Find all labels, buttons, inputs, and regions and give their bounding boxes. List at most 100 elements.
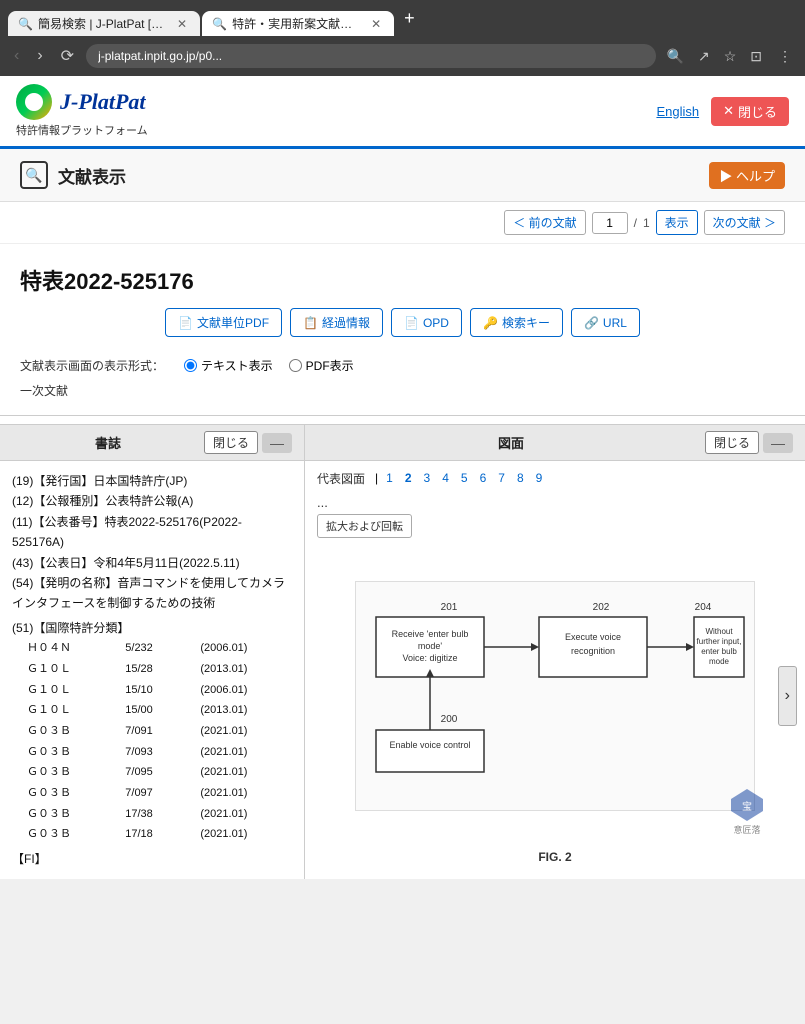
history-button[interactable]: 📋 経過情報 (290, 308, 383, 337)
bib-close-button[interactable]: 閉じる (204, 431, 258, 454)
page-input[interactable] (592, 212, 628, 234)
page-separator: / (634, 216, 637, 230)
search-key-button[interactable]: 🔑 検索キー (470, 308, 563, 337)
address-input[interactable] (86, 44, 655, 68)
ipc-class-7: Ｇ０３Ｂ (12, 762, 121, 783)
pdf-icon: 📄 (178, 316, 193, 330)
box-202-text2: recognition (571, 646, 615, 656)
fig-link-2[interactable]: 2 (401, 469, 416, 487)
ipc-row-6: Ｇ０３Ｂ 7/093 (2021.01) (12, 742, 292, 763)
opd-button[interactable]: 📄 OPD (391, 308, 462, 337)
pdf-button[interactable]: 📄 文献単位PDF (165, 308, 282, 337)
expand-rotate-button[interactable]: 拡大および回転 (317, 514, 412, 538)
fig-link-1[interactable]: 1 (382, 469, 397, 487)
watermark: 宝 意匠落 (729, 787, 765, 836)
ipc-row-3: Ｇ１０Ｌ 15/10 (2006.01) (12, 680, 292, 701)
pdf-view-radio[interactable] (289, 359, 302, 372)
ipc-year-2: (2013.01) (196, 659, 292, 680)
ipc-row-7: Ｇ０３Ｂ 7/095 (2021.01) (12, 762, 292, 783)
fig-link-3[interactable]: 3 (420, 469, 435, 487)
box-204-text1: Without (705, 627, 733, 636)
ipc-class-10: Ｇ０３Ｂ (12, 824, 121, 845)
box-204-text3: enter bulb (701, 647, 737, 656)
ipc-row-5: Ｇ０３Ｂ 7/091 (2021.01) (12, 721, 292, 742)
close-button[interactable]: ✕ 閉じる (711, 97, 789, 126)
tab-2[interactable]: 🔍 特許・実用新案文献表示... ✕ (202, 11, 394, 36)
fig-link-5[interactable]: 5 (457, 469, 472, 487)
refresh-button[interactable]: ⟳ (55, 42, 80, 70)
ipc-sub-7: 7/095 (121, 762, 196, 783)
ipc-row-9: Ｇ０３Ｂ 17/38 (2021.01) (12, 804, 292, 825)
bib-entry-19: (19)【発行国】日本国特許庁(JP) (12, 471, 292, 491)
english-link[interactable]: English (656, 104, 699, 119)
ipc-sub-10: 17/18 (121, 824, 196, 845)
bib-field-12: (12)【公報種別】 (12, 494, 105, 508)
fig-separator-1: | (375, 471, 378, 485)
bib-entry-43: (43)【公表日】令和4年5月11日(2022.5.11) (12, 553, 292, 573)
tab-2-close[interactable]: ✕ (368, 16, 384, 32)
tab-1[interactable]: 🔍 簡易検索 | J-PlatPat [JP... ✕ (8, 11, 200, 36)
doc-title-section: 特表2022-525176 (0, 244, 805, 308)
figure-panel-header: 図面 閉じる — (305, 425, 805, 461)
box-201-text2: mode' (418, 641, 443, 651)
fig-link-9[interactable]: 9 (532, 469, 547, 487)
bib-panel-header: 書誌 閉じる — (0, 425, 304, 461)
text-view-radio[interactable] (184, 359, 197, 372)
bib-collapse-button[interactable]: — (262, 433, 292, 453)
bookmark-addr-icon[interactable]: ☆ (719, 45, 742, 68)
fig-link-8[interactable]: 8 (513, 469, 528, 487)
menu-icon[interactable]: ⋮ (773, 45, 797, 68)
figure-image-area: 201 202 204 Receive 'enter bulb mode' Vo… (305, 546, 805, 846)
bib-field-19: (19)【発行国】 (12, 474, 93, 488)
tab-1-close[interactable]: ✕ (174, 16, 190, 32)
logo-circle-icon (16, 84, 52, 120)
bib-value-43: 令和4年5月11日(2022.5.11) (93, 556, 239, 570)
site-header: J-PlatPat 特許情報プラットフォーム English ✕ 閉じる (0, 76, 805, 149)
show-button[interactable]: 表示 (656, 210, 698, 235)
page-title-section: 🔍 文献表示 ▶ ヘルプ (0, 149, 805, 202)
tab-2-favicon: 🔍 (212, 17, 226, 31)
share-addr-icon[interactable]: ↗ (693, 45, 715, 68)
bib-entry-54: (54)【発明の名称】音声コマンドを使用してカメラインタフェースを制御するための… (12, 573, 292, 614)
figure-next-button[interactable]: › (778, 666, 797, 726)
back-button[interactable]: ‹ (8, 43, 25, 69)
figure-svg: 201 202 204 Receive 'enter bulb mode' Vo… (355, 581, 755, 811)
fig-link-7[interactable]: 7 (494, 469, 509, 487)
pdf-label: 文献単位PDF (197, 314, 269, 331)
figure-close-button[interactable]: 閉じる (705, 431, 759, 454)
search-addr-icon[interactable]: 🔍 (662, 45, 689, 68)
url-label: URL (603, 316, 627, 330)
address-icons: 🔍 ↗ ☆ ⊡ (662, 45, 767, 68)
help-button[interactable]: ▶ ヘルプ (709, 162, 785, 189)
bib-entry-11: (11)【公表番号】特表2022-525176(P2022-525176A) (12, 512, 292, 553)
ipc-class-2: Ｇ１０Ｌ (12, 659, 121, 680)
fig-caption: FIG. 2 (305, 846, 805, 868)
fig-link-4[interactable]: 4 (438, 469, 453, 487)
new-tab-button[interactable]: + (396, 0, 423, 36)
ipc-row-2: Ｇ１０Ｌ 15/28 (2013.01) (12, 659, 292, 680)
extension-icon[interactable]: ⊡ (745, 45, 767, 68)
section-divider (0, 415, 805, 416)
bib-fi-label: 【FI】 (12, 849, 292, 869)
forward-button[interactable]: › (31, 43, 48, 69)
page-title: 文献表示 (58, 163, 126, 188)
prev-doc-button[interactable]: ＜ 前の文献 (504, 210, 585, 235)
ipc-year-6: (2021.01) (196, 742, 292, 763)
url-button[interactable]: 🔗 URL (571, 308, 640, 337)
next-doc-button[interactable]: 次の文献 ＞ (704, 210, 785, 235)
history-label: 経過情報 (322, 314, 370, 331)
ipc-sub-8: 7/097 (121, 783, 196, 804)
search-icon: 🔍 (25, 167, 42, 184)
ipc-class-1: Ｈ０４Ｎ (12, 638, 121, 659)
ipc-class-6: Ｇ０３Ｂ (12, 742, 121, 763)
primary-doc-label: 一次文献 (0, 380, 805, 407)
text-view-radio-label[interactable]: テキスト表示 (184, 357, 273, 374)
figure-collapse-button[interactable]: — (763, 433, 793, 453)
action-buttons: 📄 文献単位PDF 📋 経過情報 📄 OPD 🔑 検索キー 🔗 URL (0, 308, 805, 351)
box-200-text1: Enable voice control (389, 740, 470, 750)
ipc-sub-4: 15/00 (121, 700, 196, 721)
fig-link-6[interactable]: 6 (476, 469, 491, 487)
search-key-icon: 🔑 (483, 316, 498, 330)
bib-value-12: 公表特許公報(A) (105, 494, 193, 508)
pdf-view-radio-label[interactable]: PDF表示 (289, 357, 354, 374)
